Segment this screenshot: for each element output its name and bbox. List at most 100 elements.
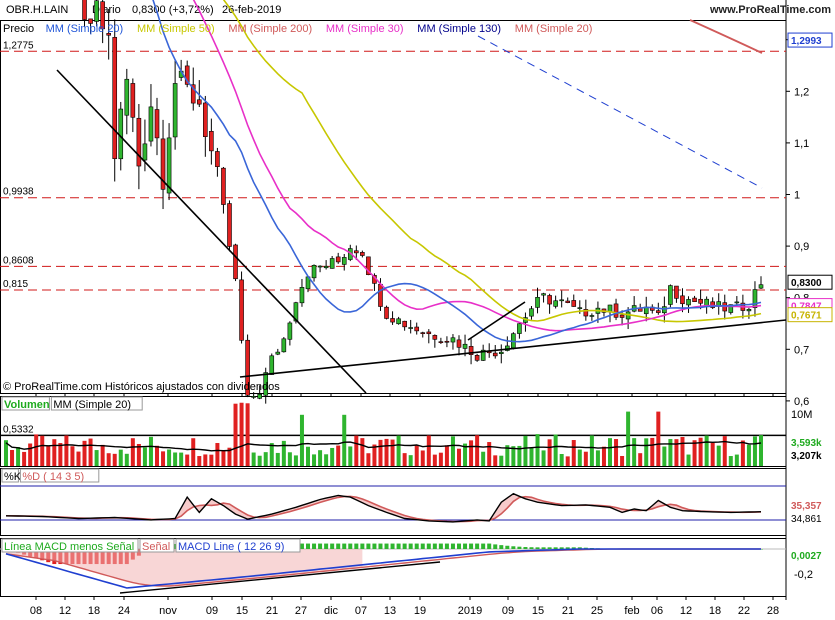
volume-bar	[668, 439, 673, 466]
macd-hist-bar	[511, 546, 516, 549]
candle-body	[317, 265, 323, 268]
candle-body	[456, 339, 462, 348]
volume-bar	[155, 445, 159, 466]
candle-body	[154, 109, 160, 139]
volume-bar	[601, 446, 606, 466]
candle-body	[360, 252, 365, 256]
volume-bar	[571, 440, 576, 466]
candle-body	[547, 295, 552, 305]
macd-hist-bar	[408, 543, 413, 549]
volume-bar	[390, 439, 395, 466]
x-tick-label: 18	[709, 605, 721, 617]
price-panel	[0, 20, 787, 394]
candle-body	[82, 0, 87, 20]
y-tick-label: 1,2	[794, 86, 809, 98]
volume-bar	[106, 453, 111, 466]
level-label: 0,9938	[3, 187, 34, 198]
volume-bar	[547, 439, 552, 466]
candle-body	[281, 338, 287, 353]
macd-hist-bar	[306, 543, 310, 549]
x-tick-label: 07	[355, 605, 367, 617]
volume-bar	[704, 435, 709, 466]
candle-body	[450, 337, 456, 343]
macd-hist-bar	[499, 545, 504, 549]
price-tag-label: 1,2993	[791, 36, 822, 47]
volume-bar	[656, 411, 661, 466]
volume-bar	[644, 438, 649, 466]
candle	[227, 200, 232, 252]
candle	[112, 19, 118, 182]
level-label: 1,2775	[3, 40, 34, 51]
macd-hist-bar	[541, 547, 546, 549]
volume-bar	[275, 452, 280, 466]
volume-bar	[734, 454, 739, 466]
y-tick-label: 0,9	[794, 241, 809, 253]
candle-body	[390, 318, 395, 323]
x-tick-label: 28	[767, 605, 779, 617]
volume-axis-label: 10M	[791, 409, 812, 421]
volume-bar	[124, 453, 129, 466]
macd-hist-bar	[420, 543, 425, 549]
candle-body	[559, 299, 564, 302]
macd-hist-bar	[414, 543, 419, 549]
candle-body	[384, 306, 389, 319]
volume-bar	[233, 403, 238, 466]
candle-body	[498, 351, 504, 354]
volume-bar	[650, 437, 655, 466]
macd-hist-bar	[384, 543, 389, 549]
chart-svg[interactable]: 1,91,81,71,61,51,41,31,21,110,90,80,70,6…	[0, 0, 835, 620]
candle-body	[619, 314, 625, 318]
volume-bar	[130, 438, 135, 466]
candle-body	[269, 355, 275, 375]
candle-body	[215, 151, 220, 167]
candle-body	[94, 0, 99, 22]
volume-bar	[378, 439, 383, 466]
candle-body	[130, 83, 136, 118]
macd-hist-bar	[505, 545, 510, 549]
macd-hist-bar	[469, 543, 474, 549]
y-tick-label: 1,1	[794, 138, 809, 150]
x-tick-label: 2019	[458, 605, 482, 617]
candle-body	[656, 310, 661, 313]
candle-body	[196, 99, 202, 105]
volume-bar	[251, 452, 256, 466]
macd-hist-bar	[444, 543, 449, 549]
macd-hist-bar	[324, 543, 329, 549]
candle-body	[698, 298, 703, 304]
volume-bar	[306, 446, 310, 466]
macd-hist-bar	[336, 543, 341, 549]
candle-body	[535, 297, 540, 308]
volume-bar	[318, 450, 323, 466]
volume-bar	[632, 438, 637, 466]
volume-bar	[396, 435, 401, 466]
volume-bar	[354, 435, 359, 466]
volume-bar	[626, 411, 631, 466]
volume-bar	[493, 455, 498, 466]
volume-bar	[76, 451, 81, 466]
volume-bar	[414, 445, 419, 466]
candle-body	[136, 117, 142, 167]
price-tag-label: 0,8300	[791, 278, 822, 289]
macd-axis-label: -0,2	[794, 569, 813, 581]
macd-hist-bar	[432, 543, 437, 549]
macd-hist-bar	[475, 543, 480, 549]
candle-body	[444, 340, 450, 343]
volume-bar	[583, 451, 588, 466]
volume-bar	[215, 443, 220, 466]
volume-legend-item: Volumen	[4, 399, 50, 411]
candle-body	[323, 265, 329, 269]
candle-body	[529, 308, 534, 317]
candle-body	[474, 355, 480, 361]
candle-body	[613, 303, 619, 318]
volume-bar	[197, 456, 202, 466]
candle-body	[674, 285, 679, 299]
volume-bar	[173, 452, 178, 466]
x-tick-label: 09	[502, 605, 514, 617]
volume-bar	[330, 447, 335, 466]
candle	[281, 336, 287, 353]
volume-bar	[450, 436, 455, 466]
price-legend-item: Precio	[3, 23, 34, 35]
volume-bar	[716, 445, 721, 466]
candle-body	[734, 301, 740, 304]
macd-hist-bar	[438, 543, 443, 549]
